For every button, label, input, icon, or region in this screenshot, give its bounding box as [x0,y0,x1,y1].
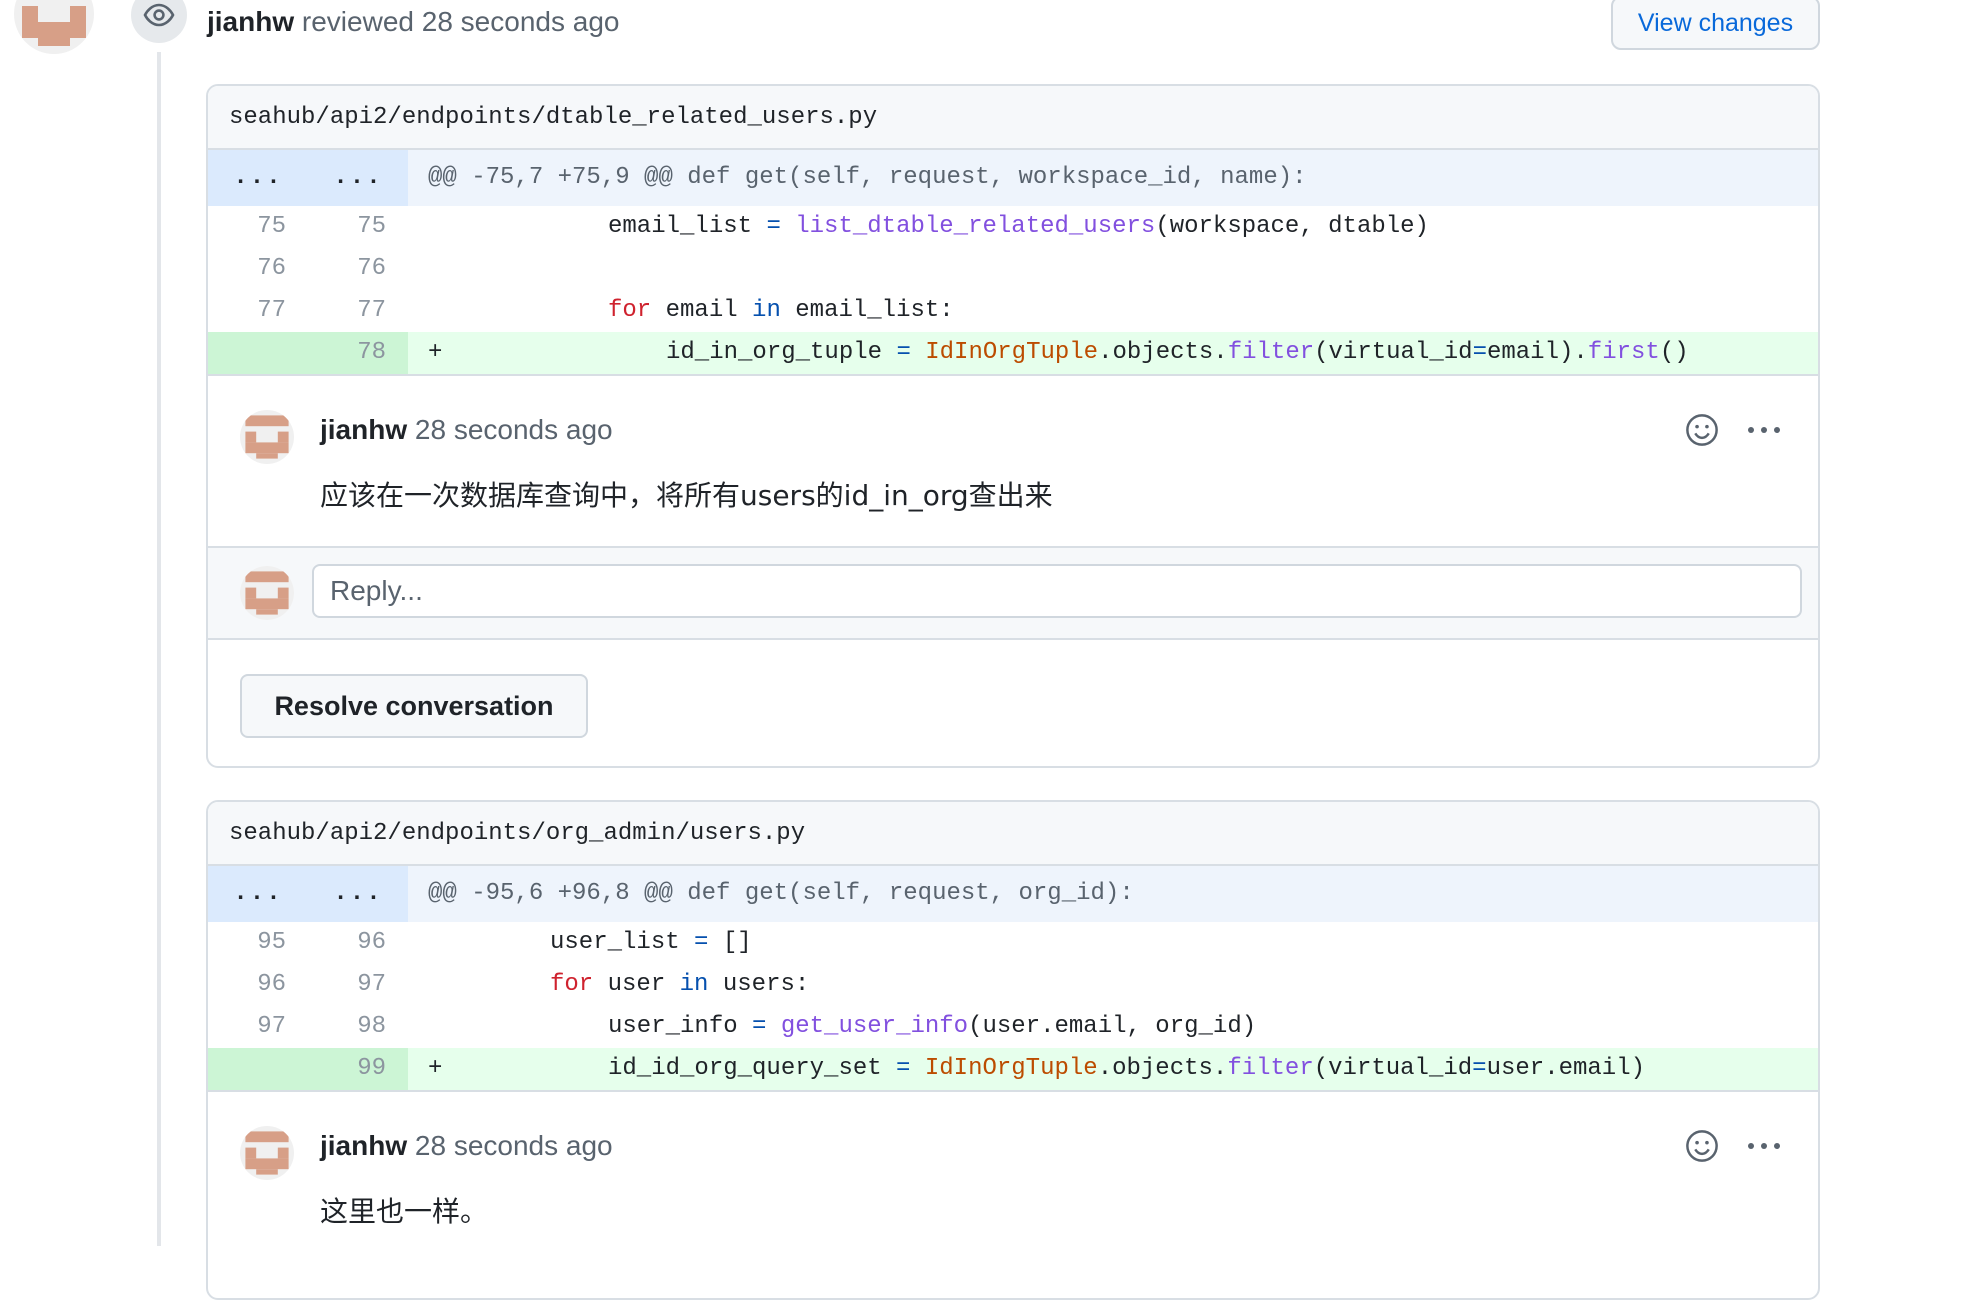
resolve-area: Resolve conversation [208,640,1818,766]
identicon-image [14,0,94,54]
reviewer-avatar[interactable] [14,0,94,54]
hunk-header-row: ... ... @@ -95,6 +96,8 @@ def get(self, … [208,866,1818,922]
view-changes-button[interactable]: View changes [1611,0,1820,50]
new-line-number[interactable]: 98 [308,1006,408,1048]
new-line-number[interactable]: 78 [308,332,408,374]
expand-left[interactable]: ... [208,150,308,206]
comment-time[interactable]: 28 seconds ago [415,414,613,445]
code-line: for user in users: [550,971,810,998]
comment-meta: jianhw 28 seconds ago [320,414,613,446]
comment-author[interactable]: jianhw [320,1130,407,1161]
new-line-number[interactable]: 99 [308,1048,408,1090]
review-action: reviewed [301,6,414,37]
comment-options-button[interactable] [1744,1128,1784,1164]
file-path[interactable]: seahub/api2/endpoints/dtable_related_use… [208,86,1818,150]
old-line-number[interactable]: 97 [208,1006,308,1048]
expand-left[interactable]: ... [208,866,308,922]
diff-line: 76 76 [208,248,1818,290]
new-line-number[interactable]: 96 [308,922,408,964]
code-line: email_list = list_dtable_related_users(w… [608,213,1429,240]
file-path[interactable]: seahub/api2/endpoints/org_admin/users.py [208,802,1818,866]
addition-marker: + [428,339,443,366]
expand-right[interactable]: ... [308,150,408,206]
diff-line-addition: 99 + id_id_org_query_set = IdInOrgTuple.o… [208,1048,1818,1092]
review-time[interactable]: 28 seconds ago [422,6,620,37]
review-comment: jianhw 28 seconds ago 应该在一次数据库查询中，将所有use… [208,376,1818,548]
code-line: + id_in_org_tuple = IdInOrgTuple.objects.… [408,332,1818,374]
review-thread: seahub/api2/endpoints/org_admin/users.py… [206,800,1820,1300]
comment-body: 应该在一次数据库查询中，将所有users的id_in_org查出来 [320,479,1053,512]
new-line-number[interactable]: 75 [308,206,408,248]
addition-marker: + [428,1055,443,1082]
comment-author[interactable]: jianhw [320,414,407,445]
diff-line: 95 96 user_list = [] [208,922,1818,964]
old-line-number[interactable]: 77 [208,290,308,332]
code-line: user_list = [] [550,929,752,956]
timeline-line [157,52,161,1246]
review-header: jianhw reviewed 28 seconds ago [207,6,619,38]
new-line-number[interactable]: 97 [308,964,408,1006]
hunk-header-row: ... ... @@ -75,7 +75,9 @@ def get(self, … [208,150,1818,206]
identicon-image [240,410,294,464]
code-line: user_info = get_user_info(user.email, or… [608,1013,1257,1040]
reply-input[interactable] [312,564,1802,618]
comment-avatar[interactable] [240,1126,294,1180]
diff-line: 77 77 for email in email_list: [208,290,1818,332]
comment-options-button[interactable] [1744,412,1784,448]
review-author[interactable]: jianhw [207,6,294,37]
kebab-horizontal-icon [1748,427,1780,433]
smiley-icon [1686,1130,1718,1162]
identicon-image [240,1126,294,1180]
reply-area [208,548,1818,640]
review-comment: jianhw 28 seconds ago 这里也一样。 [208,1092,1818,1264]
diff-line: 96 97 for user in users: [208,964,1818,1006]
code-line: + id_id_org_query_set = IdInOrgTuple.obje… [408,1048,1818,1090]
old-line-number[interactable]: 75 [208,206,308,248]
add-reaction-button[interactable] [1684,1128,1720,1164]
kebab-horizontal-icon [1748,1143,1780,1149]
diff-line: 75 75 email_list = list_dtable_related_u… [208,206,1818,248]
old-line-number[interactable]: 76 [208,248,308,290]
old-line-number[interactable] [208,1048,308,1090]
hunk-header: @@ -95,6 +96,8 @@ def get(self, request,… [428,880,1134,907]
code-line: for email in email_list: [608,297,954,324]
hunk-header: @@ -75,7 +75,9 @@ def get(self, request,… [428,164,1307,191]
comment-body: 这里也一样。 [320,1195,489,1228]
reply-avatar [240,566,294,620]
eye-icon [143,3,175,27]
new-line-number[interactable]: 77 [308,290,408,332]
diff-line: 97 98 user_info = get_user_info(user.ema… [208,1006,1818,1048]
smiley-icon [1686,414,1718,446]
review-eye-badge [131,0,187,43]
comment-time[interactable]: 28 seconds ago [415,1130,613,1161]
diff-line-addition: 78 + id_in_org_tuple = IdInOrgTuple.objec… [208,332,1818,376]
new-line-number[interactable]: 76 [308,248,408,290]
add-reaction-button[interactable] [1684,412,1720,448]
expand-right[interactable]: ... [308,866,408,922]
old-line-number[interactable] [208,332,308,374]
comment-meta: jianhw 28 seconds ago [320,1130,613,1162]
identicon-image [240,566,294,620]
comment-avatar[interactable] [240,410,294,464]
review-thread: seahub/api2/endpoints/dtable_related_use… [206,84,1820,768]
old-line-number[interactable]: 96 [208,964,308,1006]
resolve-conversation-button[interactable]: Resolve conversation [240,674,588,738]
old-line-number[interactable]: 95 [208,922,308,964]
